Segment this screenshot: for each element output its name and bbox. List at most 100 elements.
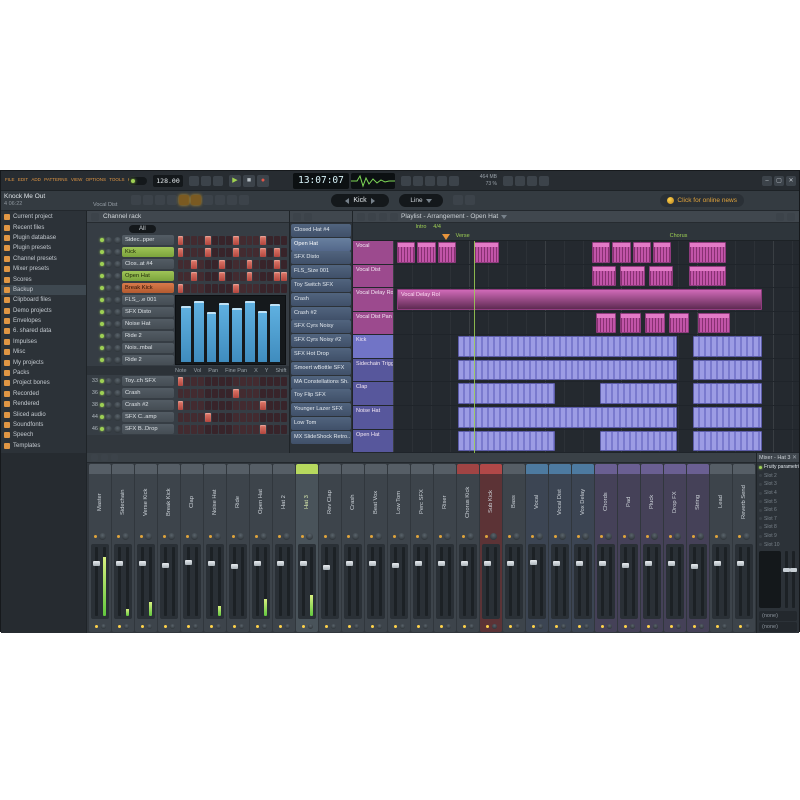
fx-led-icon[interactable] [301, 535, 304, 538]
slider-handle[interactable] [783, 568, 790, 572]
fx-led-icon[interactable] [370, 535, 373, 538]
strip-color-tab[interactable] [411, 464, 433, 474]
audio-clip[interactable] [397, 242, 415, 263]
pan-knob[interactable] [191, 533, 198, 540]
step-cell[interactable] [226, 425, 232, 434]
step-cell[interactable] [260, 236, 266, 245]
audio-clip[interactable] [620, 266, 644, 287]
fader-handle[interactable] [116, 561, 123, 566]
link-knob[interactable] [561, 624, 566, 629]
pan-knob[interactable] [743, 533, 750, 540]
stop-button[interactable]: ■ [243, 175, 255, 187]
step-cell[interactable] [198, 260, 204, 269]
render-icon[interactable] [527, 176, 537, 186]
browser-item[interactable]: Clipboard files [1, 295, 86, 305]
volume-knob[interactable] [114, 357, 121, 364]
strip-color-tab[interactable] [135, 464, 157, 474]
channel-button[interactable]: Toy..ch SFX [122, 376, 174, 386]
pan-knob[interactable] [99, 533, 106, 540]
mixer-strip[interactable]: Lead [710, 464, 732, 632]
mixer-strip[interactable]: Ride [227, 464, 249, 632]
pan-knob[interactable] [168, 533, 175, 540]
track-header[interactable]: Noise Hat [353, 406, 393, 430]
audio-clip[interactable] [596, 313, 616, 334]
menu-tools[interactable]: TOOLS [109, 178, 124, 183]
send-led-icon[interactable] [440, 625, 443, 628]
step-cell[interactable] [281, 425, 287, 434]
fader-track[interactable] [440, 547, 443, 616]
step-cell[interactable] [178, 389, 184, 398]
playlist-icon[interactable] [401, 176, 411, 186]
pattern-item[interactable]: SFX Cyrs Noisy #2 [291, 334, 351, 347]
fx-led-icon[interactable] [531, 535, 534, 538]
fx-led-icon[interactable] [462, 535, 465, 538]
volume-knob[interactable] [114, 402, 121, 409]
slip-tool-icon[interactable] [227, 195, 237, 205]
pattern-clip[interactable] [693, 407, 762, 428]
step-cell[interactable] [274, 377, 280, 386]
fx-led-icon[interactable] [416, 535, 419, 538]
playlist-lanes[interactable]: Vocal Delay Rol [393, 241, 799, 453]
send-led-icon[interactable] [210, 625, 213, 628]
shuffle-icon[interactable] [189, 176, 199, 186]
browser-item[interactable]: Misc [1, 347, 86, 357]
channel-button[interactable]: FLS_..e 001 [122, 295, 174, 305]
step-cell[interactable] [205, 236, 211, 245]
strip-color-tab[interactable] [687, 464, 709, 474]
step-cell[interactable] [253, 236, 259, 245]
mixer-layout-icon[interactable] [101, 454, 108, 461]
step-cell[interactable] [184, 401, 190, 410]
mixer-icon[interactable] [437, 176, 447, 186]
playlist-lane[interactable] [393, 359, 799, 383]
step-cell[interactable] [253, 413, 259, 422]
step-cell[interactable] [260, 260, 266, 269]
slot-led-icon[interactable] [759, 543, 762, 546]
fader-handle[interactable] [185, 560, 192, 565]
channel-button[interactable]: Kick [122, 247, 174, 257]
step-cell[interactable] [184, 248, 190, 257]
mixer-strip[interactable]: Pad [618, 464, 640, 632]
strip-color-tab[interactable] [733, 464, 755, 474]
step-cell[interactable] [191, 377, 197, 386]
send-led-icon[interactable] [279, 625, 282, 628]
step-cell[interactable] [240, 272, 246, 281]
step-cell[interactable] [247, 413, 253, 422]
channel-filter[interactable]: All [129, 225, 156, 233]
mixer-strip[interactable]: Crash [342, 464, 364, 632]
fader-handle[interactable] [254, 561, 261, 566]
fx-led-icon[interactable] [347, 535, 350, 538]
next-pattern-icon[interactable] [371, 198, 375, 204]
mute-led-icon[interactable] [100, 403, 104, 407]
record-button[interactable]: ● [257, 175, 269, 187]
pan-knob[interactable] [628, 533, 635, 540]
step-cell[interactable] [233, 260, 239, 269]
fader-handle[interactable] [691, 564, 698, 569]
step-cell[interactable] [281, 260, 287, 269]
fx-led-icon[interactable] [209, 535, 212, 538]
playlist-lane[interactable] [393, 335, 799, 359]
fader-track[interactable] [647, 547, 650, 616]
track-header[interactable]: Sidechain Trigger [353, 359, 393, 383]
step-cell[interactable] [240, 389, 246, 398]
channel-button[interactable]: SFX B..Drop [122, 424, 174, 434]
step-cell[interactable] [191, 248, 197, 257]
fader-track[interactable] [325, 547, 328, 616]
volume-knob[interactable] [114, 333, 121, 340]
pan-knob[interactable] [105, 402, 112, 409]
mute-led-icon[interactable] [100, 274, 104, 278]
send-led-icon[interactable] [647, 625, 650, 628]
strip-color-tab[interactable] [319, 464, 341, 474]
playlist-magnet-icon[interactable] [368, 213, 376, 221]
plugin-slot[interactable]: Slot 2 [757, 472, 799, 481]
pattern-item[interactable]: MX SlideShock Retro.. [291, 431, 351, 444]
fader-track[interactable] [256, 547, 259, 616]
channel-button[interactable]: Ride 2 [122, 331, 174, 341]
close-button[interactable]: ✕ [786, 176, 796, 186]
fx-led-icon[interactable] [554, 535, 557, 538]
link-knob[interactable] [538, 624, 543, 629]
automation-clip[interactable]: Vocal Delay Rol [397, 289, 762, 310]
step-cell[interactable] [240, 248, 246, 257]
slot-led-icon[interactable] [759, 517, 762, 520]
strip-color-tab[interactable] [710, 464, 732, 474]
channel-button[interactable]: Sidec..pper [122, 235, 174, 245]
